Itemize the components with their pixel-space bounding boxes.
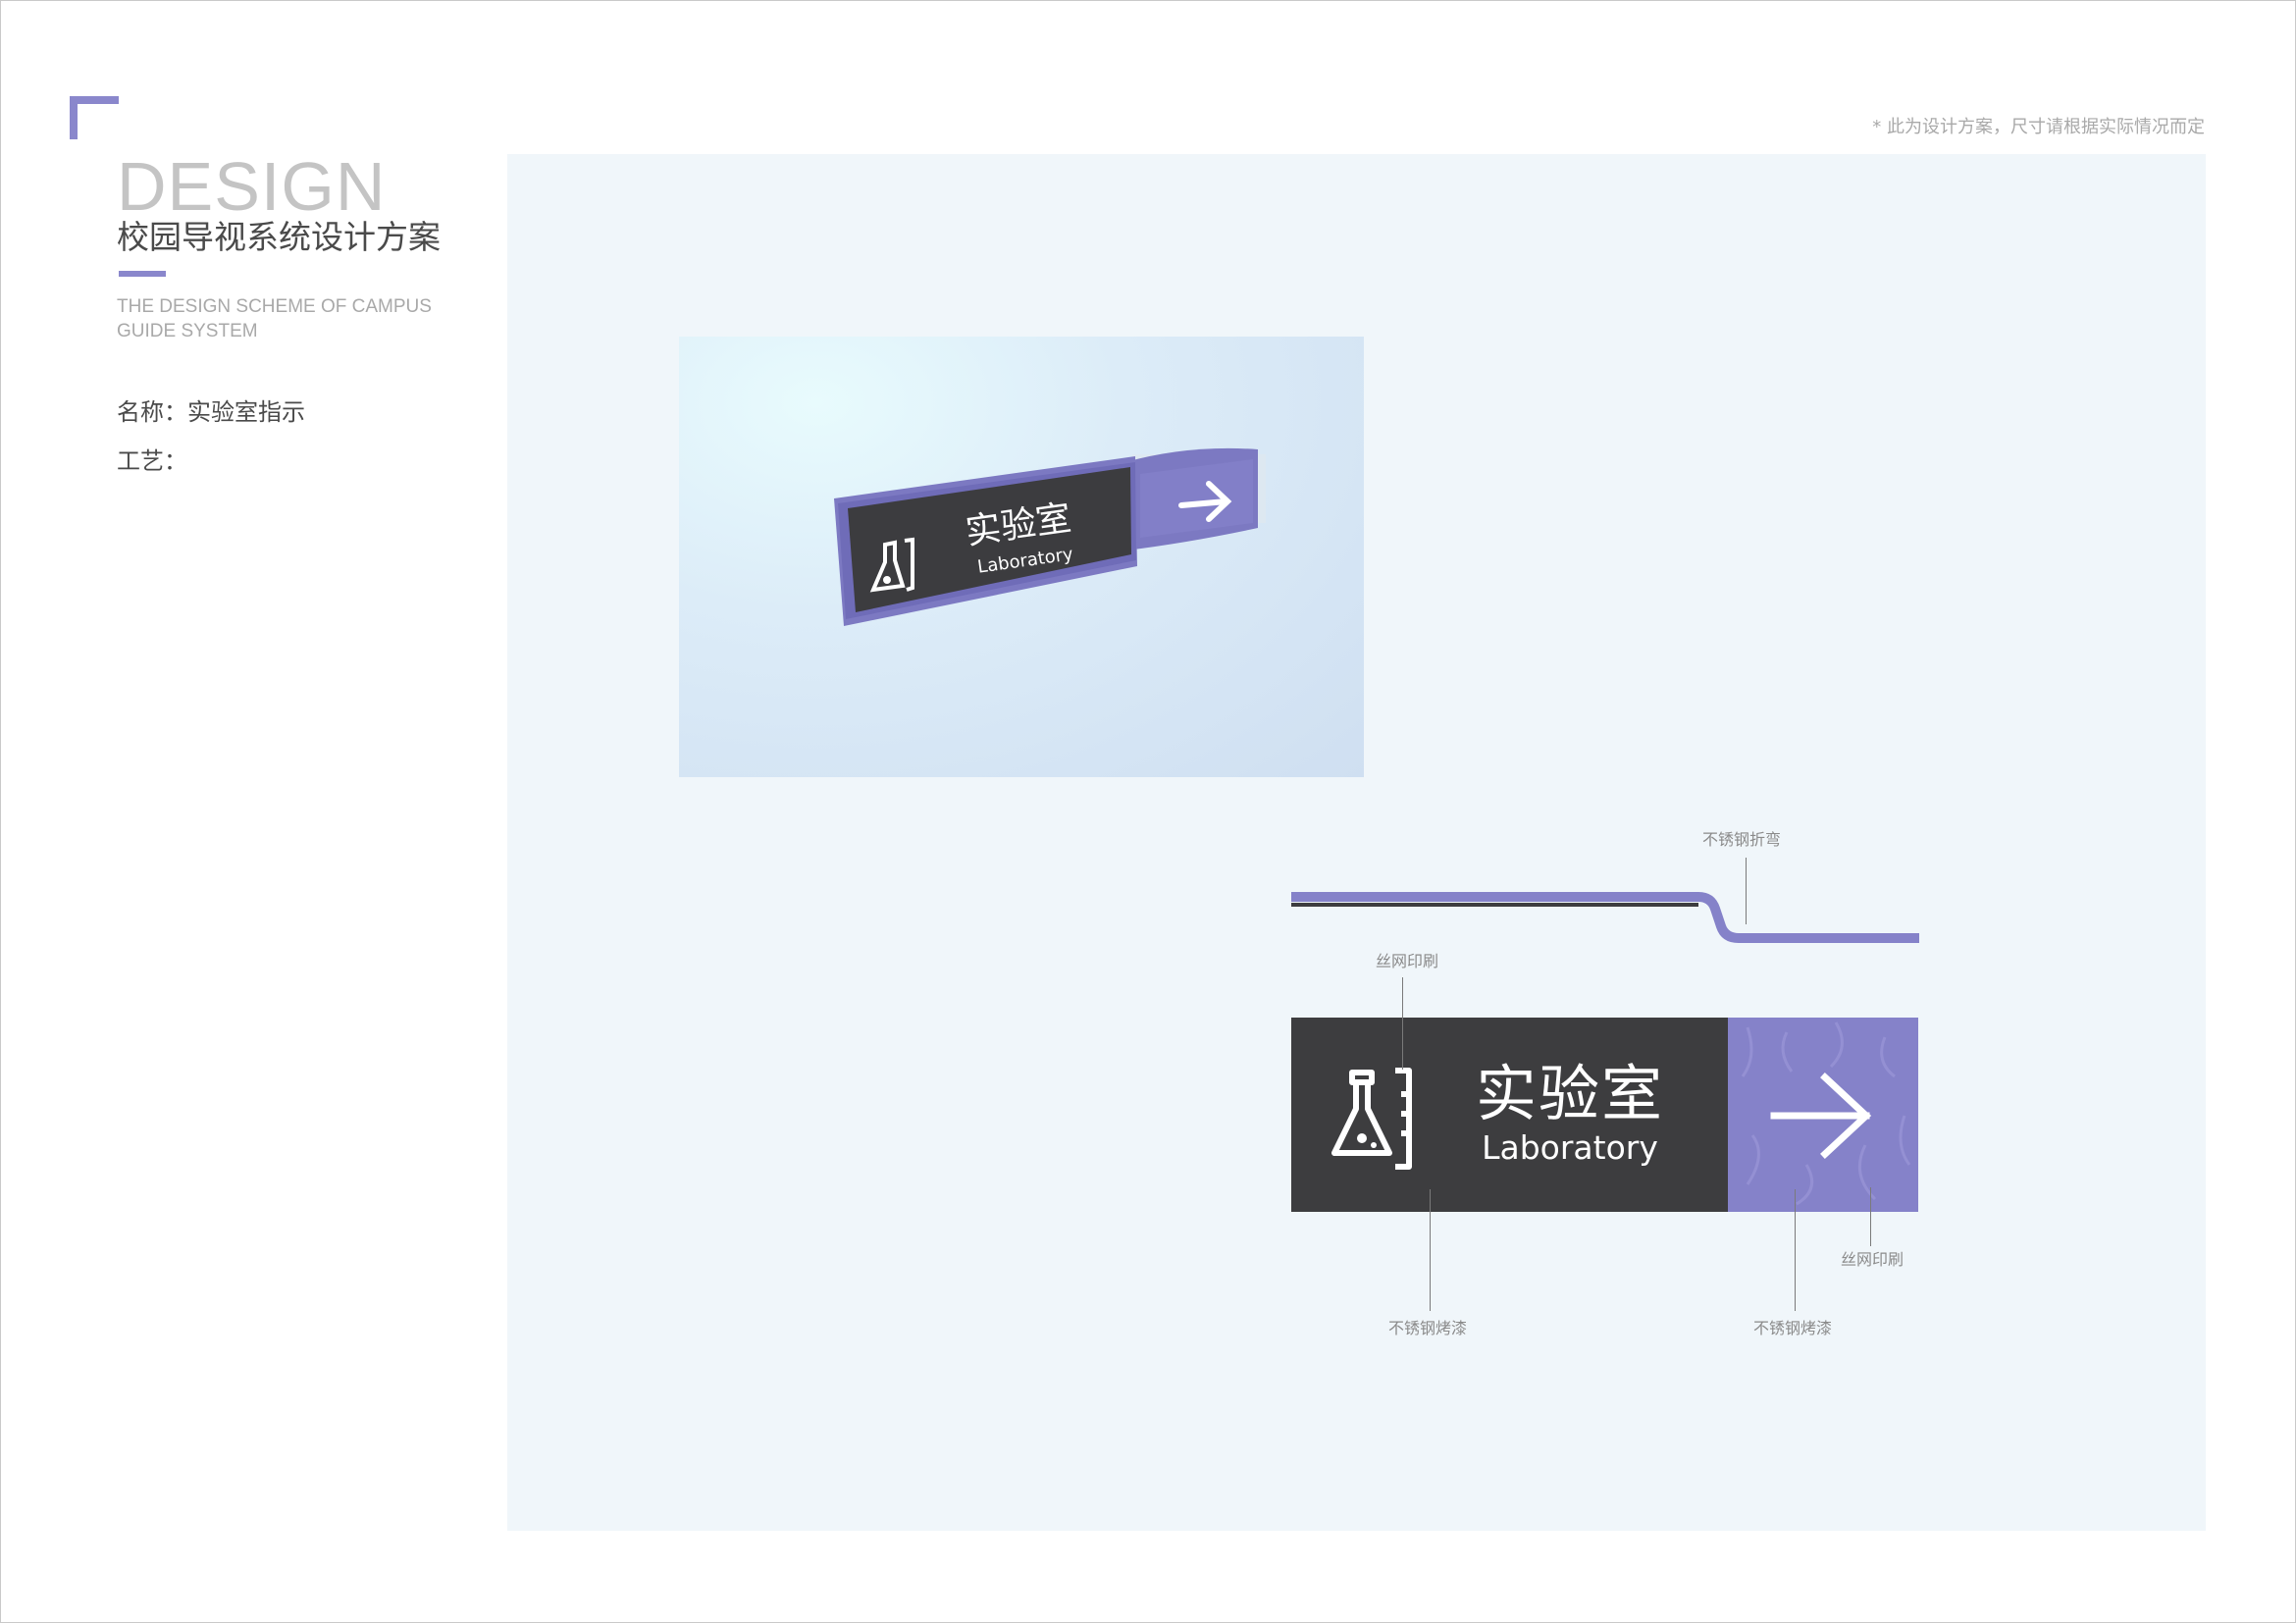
callout-paint-left: 不锈钢烤漆: [1388, 1319, 1468, 1337]
arrow-right-icon: [1770, 1073, 1872, 1159]
leader-screen-print-left: [1402, 977, 1403, 1070]
callout-paint-right: 不锈钢烤漆: [1753, 1319, 1833, 1337]
bend-profile-drawing: [1291, 892, 1919, 943]
scheme-subtitle-en-line2: GUIDE SYSTEM: [117, 321, 258, 341]
sign-render-image: 实验室 Laboratory: [679, 337, 1364, 777]
scheme-subtitle-en-line1: THE DESIGN SCHEME OF CAMPUS: [117, 296, 432, 317]
sign-title-cn: 实验室: [1475, 1058, 1664, 1129]
scheme-subtitle-en: THE DESIGN SCHEME OF CAMPUS GUIDE SYSTEM: [117, 294, 470, 343]
callout-screen-print-right: 丝网印刷: [1841, 1250, 1905, 1269]
design-note: * 此为设计方案，尺寸请根据实际情况而定: [1872, 117, 2205, 137]
corner-bracket-vertical: [70, 96, 78, 139]
name-line: 名称：实验室指示: [117, 398, 305, 426]
craft-line: 工艺：: [117, 447, 187, 475]
design-title: DESIGN: [117, 148, 387, 225]
flask-icon: [1331, 1068, 1412, 1170]
title-underline: [119, 271, 166, 277]
leader-top-bend: [1746, 858, 1747, 924]
leader-paint-left: [1430, 1189, 1431, 1311]
callout-top-bend: 不锈钢折弯: [1702, 830, 1782, 849]
callout-screen-print-left: 丝网印刷: [1376, 952, 1439, 970]
scheme-title-cn: 校园导视系统设计方案: [117, 218, 441, 256]
leader-paint-right: [1795, 1189, 1796, 1311]
leader-screen-print-right: [1870, 1187, 1871, 1246]
sign-title-en: Laboratory: [1482, 1128, 1658, 1167]
